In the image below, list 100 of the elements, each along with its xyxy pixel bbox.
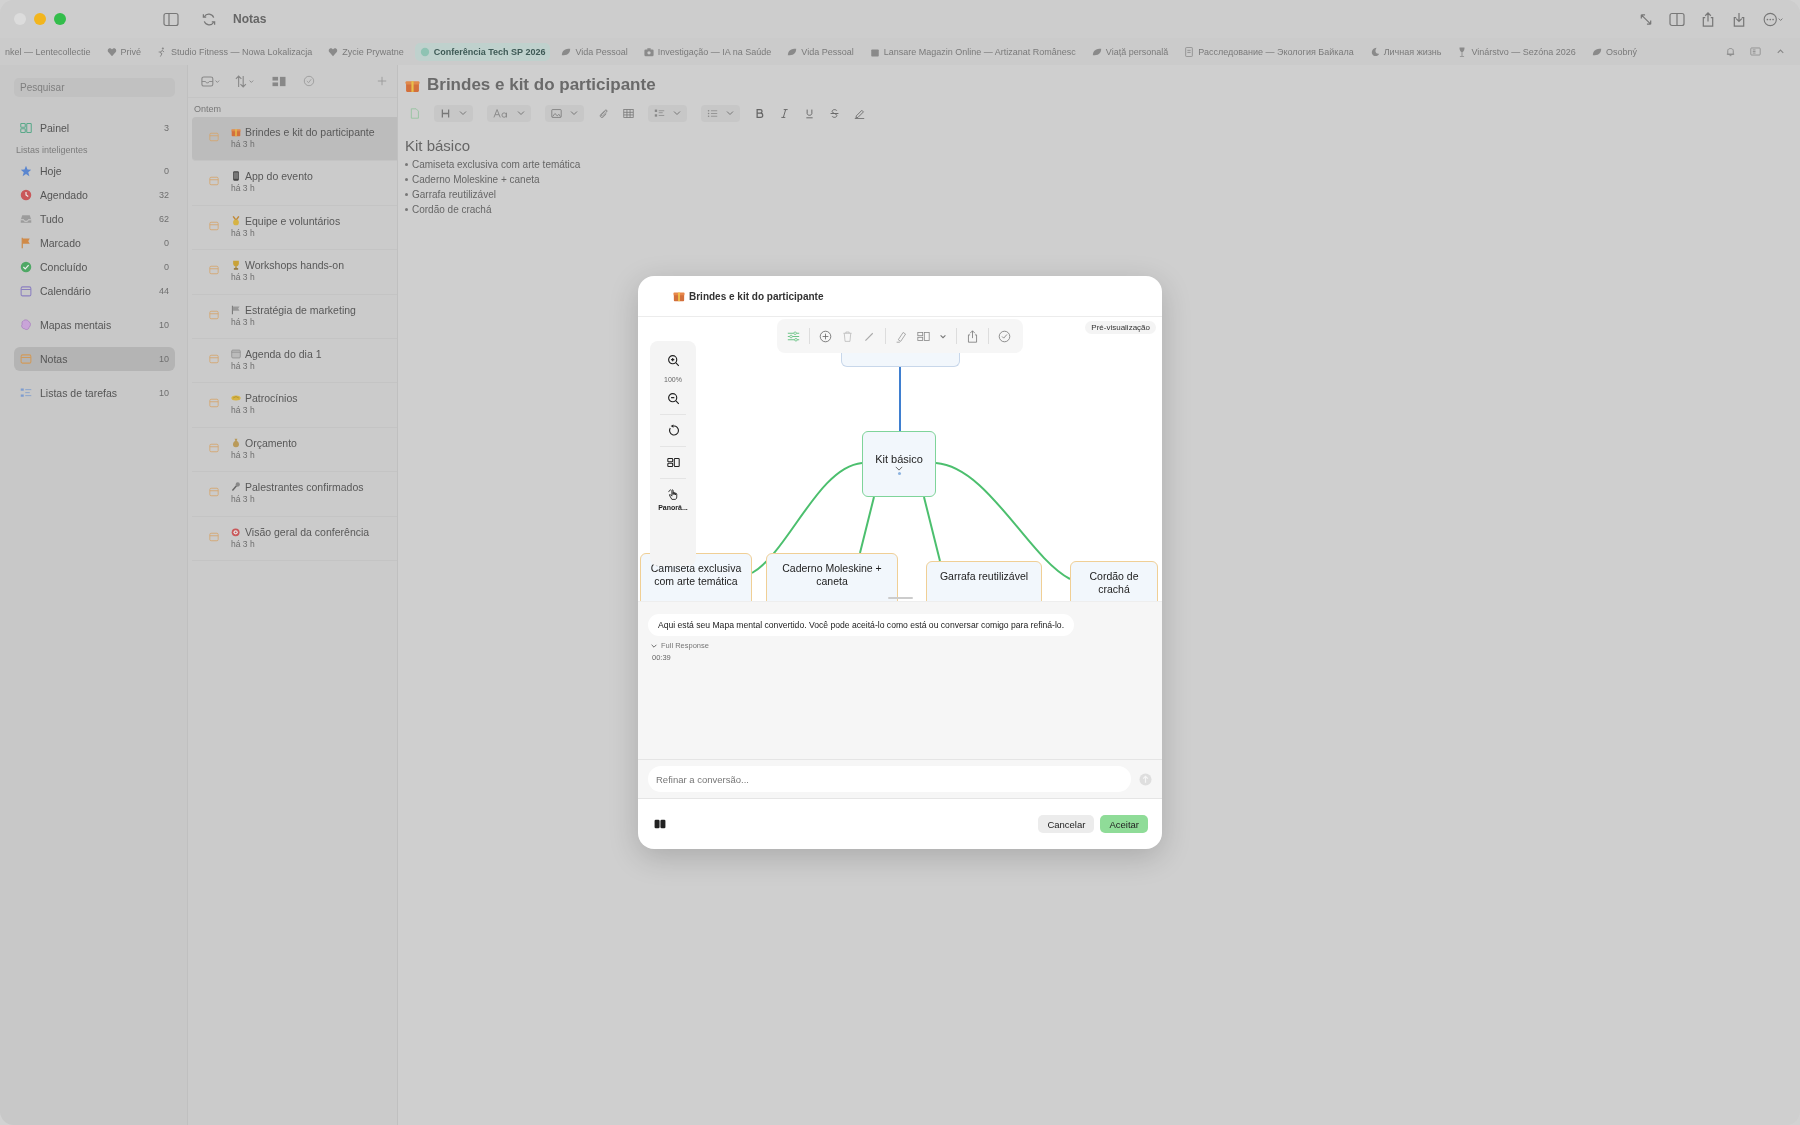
bell-icon[interactable]	[1725, 46, 1736, 57]
note-time: há 3 h	[231, 139, 256, 149]
share-icon[interactable]	[1700, 11, 1716, 27]
note-time: há 3 h	[231, 405, 256, 416]
tab[interactable]: Conferência Tech SP 2026	[414, 42, 551, 61]
sidebar-item[interactable]: Notas 10	[14, 347, 175, 371]
image-dropdown[interactable]	[545, 104, 584, 122]
chevron-down-icon	[459, 109, 467, 117]
tab[interactable]: Расследование — Экология Байкала	[1179, 42, 1359, 61]
zoom-window-button[interactable]	[54, 13, 66, 25]
sync-icon[interactable]	[201, 11, 217, 27]
mind-map-node[interactable]: Kit básico	[862, 431, 936, 497]
sidebar-item[interactable]: Agendado 32	[14, 183, 175, 207]
zoom-in-icon[interactable]	[666, 354, 680, 367]
note-item[interactable]: Estratégia de marketing há 3 h	[192, 294, 397, 339]
sidebar-item[interactable]: Tudo 62	[14, 207, 175, 231]
cancel-button[interactable]: Cancelar	[1038, 815, 1095, 833]
note-title: Orçamento	[245, 436, 297, 449]
download-icon[interactable]	[1731, 11, 1747, 27]
sidebar-item[interactable]: Marcado 0	[14, 231, 175, 255]
note-item[interactable]: Visão geral da conferência há 3 h	[192, 516, 397, 561]
note-time: há 3 h	[231, 538, 256, 549]
tab[interactable]: Vinárstvo — Sezóna 2026	[1452, 42, 1581, 61]
reset-icon[interactable]	[666, 424, 680, 437]
sidebar-item[interactable]: Mapas mentais 10	[14, 313, 175, 337]
list-item: Garrafa reutilizável	[412, 189, 496, 200]
add-circle-icon[interactable]	[819, 329, 832, 343]
note-title: Workshops hands-on	[245, 259, 345, 272]
hand-icon[interactable]	[666, 488, 680, 501]
mind-map-node[interactable]: Caderno Moleskine + caneta	[766, 553, 898, 601]
document-icon[interactable]	[409, 107, 420, 119]
document-icon	[1184, 46, 1195, 57]
layout-icon[interactable]	[666, 456, 680, 469]
dashboard-icon	[20, 122, 32, 134]
heading-dropdown[interactable]	[434, 104, 473, 122]
highlighter-icon[interactable]	[854, 107, 865, 119]
share-icon[interactable]	[966, 329, 979, 343]
font-dropdown[interactable]	[487, 104, 531, 122]
message-field[interactable]: Refinar a conversão...	[648, 766, 1131, 792]
split-view-icon[interactable]	[1669, 11, 1685, 27]
tab[interactable]: Vida Pessoal	[782, 42, 859, 61]
sort-icon[interactable]	[235, 74, 255, 88]
tab[interactable]: Lansare Magazin Online — Artizanat Românesc	[864, 42, 1081, 61]
mind-map-node[interactable]	[841, 353, 960, 367]
panels-icon[interactable]	[654, 819, 666, 829]
highlighter-icon[interactable]	[895, 329, 908, 343]
strikethrough-icon[interactable]	[829, 107, 840, 119]
note-time: há 3 h	[231, 316, 256, 327]
sidebar-item[interactable]: Listas de tarefas 10	[14, 381, 175, 405]
handle-dot[interactable]	[897, 472, 901, 475]
list-dropdown[interactable]	[701, 104, 740, 122]
note-item[interactable]: Brindes e kit do participante há 3 h	[192, 117, 397, 162]
inbox-dropdown-icon[interactable]	[201, 74, 221, 88]
chevron-down-icon[interactable]	[895, 466, 903, 471]
tab[interactable]: Privé	[101, 42, 147, 61]
sidebar-item[interactable]: Calendário 44	[14, 279, 175, 303]
note-item[interactable]: Orçamento há 3 h	[192, 427, 397, 473]
bold-icon[interactable]	[754, 107, 765, 119]
group-label: Ontem	[193, 103, 222, 116]
tab[interactable]: nkel — Lentecollectie	[0, 42, 96, 61]
tab[interactable]: Личная жизнь	[1364, 42, 1447, 61]
sidebar-item[interactable]: Hoje 0	[14, 159, 175, 183]
tab[interactable]: Vida Pessoal	[556, 42, 633, 61]
tab[interactable]: Studio Fitness — Nowa Lokalizacja	[152, 42, 318, 61]
note-item[interactable]: Agenda do dia 1 há 3 h	[192, 338, 397, 384]
tab[interactable]: Investigação — IA na Saúde	[638, 42, 777, 61]
note-item[interactable]: Workshops hands-on há 3 h	[192, 250, 397, 295]
mind-map-node[interactable]: Cordão de crachá	[1070, 561, 1158, 601]
check-circle-icon[interactable]	[998, 329, 1011, 343]
add-icon[interactable]	[377, 76, 387, 86]
mind-map-node[interactable]: Garrafa reutilizável	[926, 561, 1042, 601]
italic-icon[interactable]	[779, 107, 790, 119]
list-item: Caderno Moleskine + caneta	[412, 174, 540, 185]
underline-icon[interactable]	[804, 107, 815, 119]
sidebar-toggle-icon[interactable]	[163, 11, 179, 27]
table-icon[interactable]	[623, 107, 634, 119]
resize-icon[interactable]	[1638, 11, 1654, 27]
accept-button[interactable]: Aceitar	[1100, 815, 1148, 833]
checklist-dropdown[interactable]	[648, 104, 687, 122]
note-time: há 3 h	[231, 183, 256, 194]
sliders-icon[interactable]	[787, 329, 800, 343]
sidebar-item[interactable]: Concluído 0	[14, 255, 175, 279]
send-icon[interactable]	[1139, 772, 1152, 786]
search-field[interactable]: Pesquisar	[14, 78, 175, 97]
reader-icon[interactable]	[1750, 46, 1761, 57]
bullet-icon	[405, 193, 408, 196]
note-item[interactable]: App do evento há 3 h	[192, 161, 397, 206]
zoom-out-icon[interactable]	[666, 392, 680, 405]
tab[interactable]: Viață personală	[1086, 42, 1174, 61]
heading-icon	[440, 107, 451, 119]
sidebar-item[interactable]: Painel 3	[14, 116, 175, 140]
tab[interactable]: Osobný	[1586, 42, 1642, 61]
note-item[interactable]: Equipe e voluntários há 3 h	[192, 205, 397, 251]
tab[interactable]: Zycie Prywatne	[323, 42, 409, 61]
paperclip-icon[interactable]	[598, 107, 609, 119]
check-circle-icon[interactable]	[303, 75, 315, 87]
trash-icon[interactable]	[841, 329, 854, 343]
note-item[interactable]: Patrocínios há 3 h	[192, 383, 397, 428]
item-count: 32	[159, 190, 169, 200]
note-item[interactable]: Palestrantes confirmados há 3 h	[192, 472, 397, 517]
